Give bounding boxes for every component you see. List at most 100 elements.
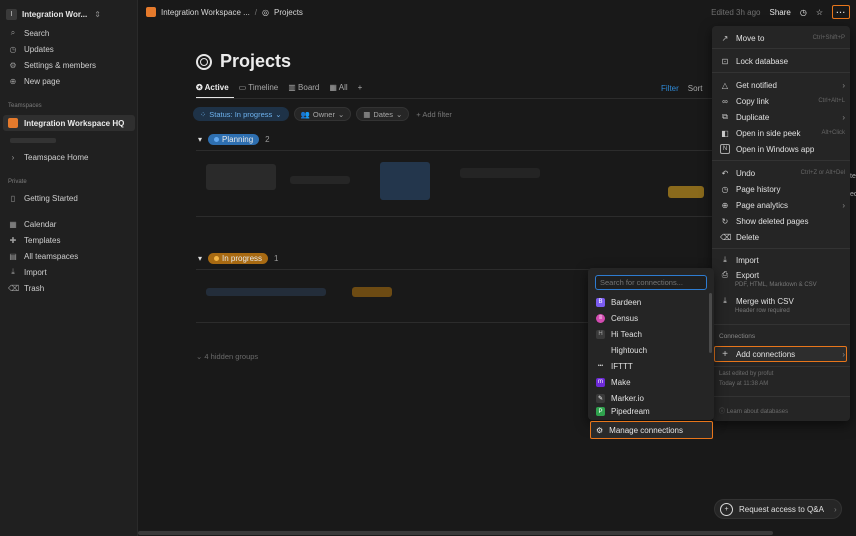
status-filter-chip[interactable]: ⁘ Status: In progress ⌄ bbox=[193, 107, 289, 121]
search-icon: ⌕ bbox=[10, 28, 16, 37]
tab-board[interactable]: ▥ Board bbox=[288, 83, 319, 92]
sidebar-item-label: Trash bbox=[24, 283, 45, 293]
tab-timeline[interactable]: ▭ Timeline bbox=[239, 83, 279, 92]
status-pill: Planning bbox=[208, 134, 260, 145]
connection-item-ifttt[interactable]: ••• IFTTT bbox=[596, 359, 706, 373]
menu-item-duplicate[interactable]: ⧉ Duplicate › bbox=[720, 110, 845, 124]
tab-all[interactable]: ▦ All bbox=[329, 83, 347, 92]
shortcut: Alt+Click bbox=[821, 130, 845, 136]
menu-item-delete[interactable]: ⌫ Delete bbox=[720, 230, 845, 244]
dates-filter-chip[interactable]: ▦ Dates ⌄ bbox=[356, 107, 410, 121]
chevron-right-icon: › bbox=[842, 80, 845, 90]
connection-item-marker-io[interactable]: ✎ Marker.io bbox=[596, 391, 706, 405]
connection-item-bardeen[interactable]: B Bardeen bbox=[596, 295, 706, 309]
more-options-button[interactable]: ··· bbox=[832, 5, 850, 19]
menu-item-open-side-peek[interactable]: ◧ Open in side peek Alt+Click bbox=[720, 126, 845, 140]
sidebar-item-import[interactable]: ⤓ Import bbox=[8, 265, 132, 279]
divider bbox=[196, 216, 716, 217]
sidebar-item-label: Getting Started bbox=[24, 193, 78, 203]
add-filter-button[interactable]: + Add filter bbox=[416, 110, 452, 119]
menu-item-export[interactable]: ⎙ Export bbox=[720, 268, 845, 282]
sort-button[interactable]: Sort bbox=[688, 84, 703, 93]
peek-text: ec bbox=[850, 191, 856, 198]
sidebar-item-label: Integration Workspace HQ bbox=[24, 118, 125, 128]
trash-icon: ⌫ bbox=[8, 283, 20, 293]
sidebar-item-teamspace[interactable]: Integration Workspace HQ bbox=[8, 116, 132, 130]
workspace-icon bbox=[146, 7, 156, 17]
status-dot bbox=[214, 137, 220, 142]
request-access-button[interactable]: + Request access to Q&A › bbox=[714, 499, 842, 519]
share-button[interactable]: Share bbox=[769, 8, 790, 17]
menu-item-show-deleted-pages[interactable]: ↻ Show deleted pages bbox=[720, 214, 845, 228]
bardeen-icon: B bbox=[596, 297, 605, 307]
menu-item-import[interactable]: ⤓ Import bbox=[720, 253, 845, 267]
page-title: Projects bbox=[196, 51, 291, 72]
caret-down-icon: ▾ bbox=[198, 254, 203, 263]
sidebar-item-trash[interactable]: ⌫ Trash bbox=[8, 281, 132, 295]
blurred-card bbox=[668, 186, 704, 198]
templates-icon: ✚ bbox=[9, 235, 17, 245]
breadcrumb-page[interactable]: Projects bbox=[274, 8, 303, 17]
menu-item-move-to[interactable]: ↗ Move to Ctrl+Shift+P bbox=[720, 31, 845, 45]
check-circle-icon: ✪ bbox=[196, 83, 203, 92]
menu-item-merge-csv[interactable]: ⤓ Merge with CSV bbox=[720, 294, 845, 308]
history-icon[interactable]: ◷ bbox=[800, 8, 807, 17]
request-access-icon: + bbox=[720, 502, 733, 516]
chevron-down-icon: ⌄ bbox=[395, 109, 403, 119]
connections-scrollbar[interactable] bbox=[709, 293, 712, 353]
ifttt-icon: ••• bbox=[597, 363, 604, 369]
sidebar-item-all-teamspaces[interactable]: ▤ All teamspaces bbox=[8, 249, 132, 263]
peek-text: te bbox=[850, 173, 856, 180]
owner-filter-chip[interactable]: 👥 Owner ⌄ bbox=[293, 107, 352, 121]
menu-separator bbox=[712, 324, 850, 325]
menu-item-lock-database[interactable]: ⊡ Lock database bbox=[720, 54, 845, 68]
horizontal-scrollbar[interactable] bbox=[138, 530, 856, 536]
search-connections-input[interactable] bbox=[595, 275, 707, 290]
lock-icon: ⊡ bbox=[721, 56, 729, 66]
menu-item-open-windows-app[interactable]: N Open in Windows app bbox=[720, 142, 845, 156]
learn-about-databases-link[interactable]: ⓘ Learn about databases bbox=[719, 406, 788, 415]
status-dot bbox=[214, 256, 220, 261]
group-header-in-progress[interactable]: ▾ In progress 1 bbox=[198, 253, 279, 264]
menu-item-get-notified[interactable]: △ Get notified › bbox=[720, 78, 845, 92]
windows-app-icon: N bbox=[720, 144, 730, 154]
sidebar-item-updates[interactable]: ◷ Updates bbox=[8, 42, 132, 56]
connection-item-hightouch[interactable]: Hightouch bbox=[596, 343, 706, 357]
workspace-switcher[interactable]: I Integration Wor... ⇕ bbox=[6, 7, 132, 21]
status-pill: In progress bbox=[208, 253, 269, 264]
star-icon[interactable]: ☆ bbox=[816, 8, 823, 17]
connection-item-census[interactable]: ≡ Census bbox=[596, 311, 706, 325]
menu-separator bbox=[712, 48, 850, 49]
filter-button[interactable]: Filter bbox=[661, 84, 679, 93]
sidebar-item-getting-started[interactable]: ▯ Getting Started bbox=[8, 191, 132, 205]
add-view-button[interactable]: + bbox=[358, 83, 363, 92]
menu-item-page-history[interactable]: ◷ Page history bbox=[720, 182, 845, 196]
hi-teach-icon: H bbox=[596, 329, 605, 339]
sidebar-item-new-page[interactable]: ⊕ New page bbox=[8, 74, 132, 88]
connection-item-pipedream[interactable]: P Pipedream bbox=[596, 407, 706, 417]
menu-item-add-connections[interactable]: + Add connections › bbox=[720, 347, 845, 361]
status-icon: ⁘ bbox=[200, 109, 207, 119]
group-count: 2 bbox=[265, 135, 270, 144]
menu-item-copy-link[interactable]: ∞ Copy link Ctrl+Alt+L bbox=[720, 94, 845, 108]
blurred-card bbox=[460, 168, 540, 178]
connection-item-hi-teach[interactable]: H Hi Teach bbox=[596, 327, 706, 341]
chevron-right-icon: › bbox=[842, 200, 845, 210]
blurred-card bbox=[206, 288, 326, 296]
menu-item-page-analytics[interactable]: ⊕ Page analytics › bbox=[720, 198, 845, 212]
sidebar-item-teamspace-home[interactable]: › Teamspace Home bbox=[8, 150, 132, 164]
sidebar-item-calendar[interactable]: ▦ Calendar bbox=[8, 217, 132, 231]
chevron-down-icon: ⌄ bbox=[337, 109, 345, 119]
tab-active[interactable]: ✪ Active bbox=[196, 83, 229, 92]
sidebar-item-settings[interactable]: ⚙ Settings & members bbox=[8, 58, 132, 72]
connection-item-make[interactable]: m Make bbox=[596, 375, 706, 389]
breadcrumb-workspace[interactable]: Integration Workspace ... bbox=[161, 8, 250, 17]
hidden-groups-toggle[interactable]: ⌄ 4 hidden groups bbox=[196, 352, 258, 361]
manage-connections-button[interactable]: ⚙ Manage connections bbox=[590, 421, 713, 439]
menu-item-undo[interactable]: ↶ Undo Ctrl+Z or Alt+Del bbox=[720, 166, 845, 180]
sidebar-item-search[interactable]: ⌕ Search bbox=[8, 26, 132, 40]
chevron-updown-icon: ⇕ bbox=[94, 9, 101, 19]
sidebar-item-templates[interactable]: ✚ Templates bbox=[8, 233, 132, 247]
scrollbar-thumb[interactable] bbox=[138, 531, 773, 535]
group-header-planning[interactable]: ▾ Planning 2 bbox=[198, 134, 270, 145]
